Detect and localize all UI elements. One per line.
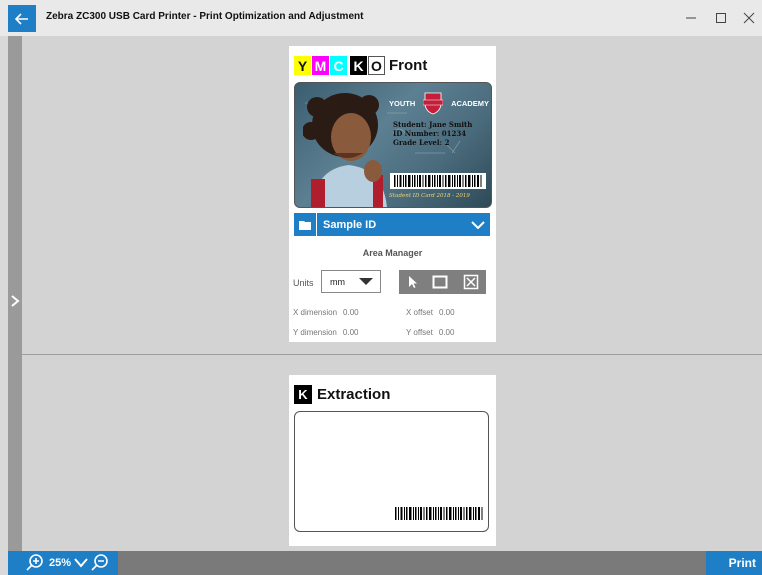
area-tools <box>399 270 486 294</box>
y-dimension-value: 0.00 <box>342 328 359 337</box>
minimize-button[interactable] <box>680 8 702 28</box>
y-offset-label: Y offset <box>406 328 433 337</box>
minimize-icon <box>686 17 696 19</box>
units-select[interactable]: mm <box>321 270 381 293</box>
student-id-number: ID Number: 01234 <box>393 129 467 138</box>
student-details: Student: Jane Smith ID Number: 01234 Gra… <box>393 120 472 147</box>
units-value: mm <box>330 276 345 287</box>
x-dimension-value: 0.00 <box>343 308 359 317</box>
side-title: Front <box>389 57 428 74</box>
chevron-down-icon <box>359 278 373 285</box>
side-panel-footer <box>8 551 22 575</box>
back-button[interactable] <box>8 5 36 32</box>
ribbon-panel-m: M <box>312 56 329 75</box>
area-manager-title: Area Manager <box>362 248 423 258</box>
barcode-icon <box>394 175 482 187</box>
x-dimension: X dimension 0.00 <box>293 308 359 317</box>
print-button[interactable]: Print <box>706 551 762 575</box>
side-panel-toggle[interactable] <box>8 36 22 575</box>
template-folder-button[interactable] <box>294 213 317 236</box>
card-barcode <box>390 173 486 189</box>
close-button[interactable] <box>738 8 760 28</box>
window-title: Zebra ZC300 USB Card Printer - Print Opt… <box>46 11 364 22</box>
maximize-icon <box>716 13 726 23</box>
card-footer-text: Student ID Card 2018 - 2019 <box>389 193 470 199</box>
title-bar: Zebra ZC300 USB Card Printer - Print Opt… <box>0 0 762 36</box>
back-arrow-icon <box>15 12 28 25</box>
ribbon-panels: Y M C K O Front <box>294 56 427 75</box>
y-offset: Y offset 0.00 <box>406 328 454 337</box>
section-divider <box>22 354 762 355</box>
k-panel-badge: K <box>294 385 312 404</box>
close-icon <box>743 12 755 24</box>
ribbon-panel-y: Y <box>294 56 311 75</box>
school-name-right: ACADEMY <box>451 98 489 108</box>
x-offset: X offset 0.00 <box>406 308 455 317</box>
barcode-icon <box>395 507 483 520</box>
card-preview[interactable]: YOUTH ACADEMY Student: Jane Smith ID Num… <box>294 82 492 208</box>
pointer-tool-icon[interactable] <box>406 275 418 289</box>
x-offset-value: 0.00 <box>438 308 455 317</box>
ribbon-panel-o: O <box>368 56 385 75</box>
student-photo <box>303 93 387 207</box>
zoom-in-icon[interactable] <box>25 553 45 573</box>
extraction-card-preview[interactable] <box>294 411 489 532</box>
folder-icon <box>299 220 311 230</box>
zoom-controls: 25% <box>22 551 118 575</box>
ribbon-panel-k: K <box>350 56 367 75</box>
template-selector[interactable]: Sample ID <box>294 213 490 236</box>
x-dimension-label: X dimension <box>293 308 338 317</box>
zoom-dropdown-icon[interactable] <box>74 558 88 568</box>
extraction-title: Extraction <box>317 386 391 403</box>
student-grade: Grade Level: 2 <box>393 138 450 147</box>
school-name: YOUTH ACADEMY <box>389 91 489 115</box>
x-offset-label: X offset <box>406 308 433 317</box>
y-dimension: Y dimension 0.00 <box>293 328 358 337</box>
extraction-panel: K Extraction <box>289 375 496 546</box>
y-offset-value: 0.00 <box>438 328 455 337</box>
delete-area-icon[interactable] <box>463 274 479 290</box>
zoom-out-icon[interactable] <box>90 553 110 573</box>
y-dimension-label: Y dimension <box>293 328 337 337</box>
chevron-down-icon <box>471 220 485 229</box>
rectangle-tool-icon[interactable] <box>432 275 448 289</box>
zoom-level: 25% <box>49 557 72 569</box>
student-name: Student: Jane Smith <box>393 120 473 129</box>
school-name-left: YOUTH <box>389 98 416 108</box>
chevron-right-icon <box>11 295 20 307</box>
maximize-button[interactable] <box>710 8 732 28</box>
units-label: Units <box>293 278 314 288</box>
template-dropdown[interactable] <box>466 220 490 229</box>
crest-logo <box>423 92 444 115</box>
template-name: Sample ID <box>323 218 377 231</box>
status-bar <box>22 551 762 575</box>
ribbon-panel-c: C <box>330 56 347 75</box>
front-side-panel: Y M C K O Front YOUTH ACADEMY Student: J… <box>289 46 496 342</box>
